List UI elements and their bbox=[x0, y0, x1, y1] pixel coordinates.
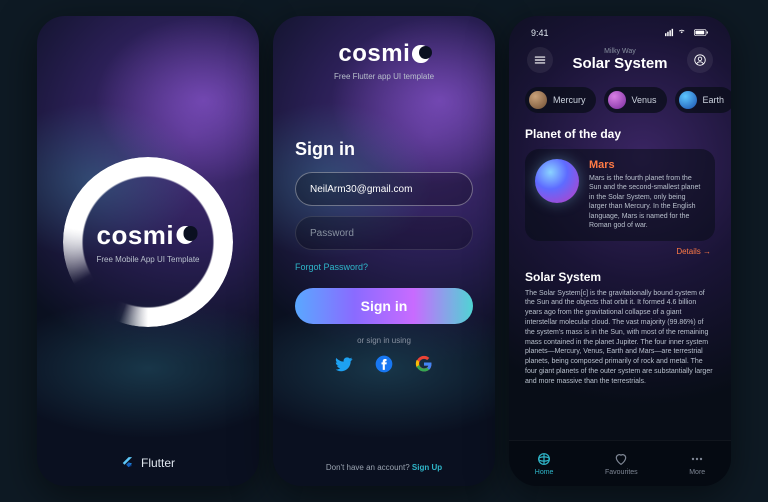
signin-subtitle: Free Flutter app UI template bbox=[295, 72, 473, 81]
signin-heading: Sign in bbox=[295, 139, 473, 160]
nav-favourites[interactable]: Favourites bbox=[605, 451, 638, 476]
about-heading: Solar System bbox=[525, 270, 715, 284]
signup-prompt: Don't have an account? Sign Up bbox=[273, 463, 495, 472]
status-indicators bbox=[665, 28, 709, 39]
planet-chip-venus[interactable]: Venus bbox=[604, 87, 667, 113]
page-title: Solar System bbox=[553, 55, 687, 72]
planet-dot-icon bbox=[529, 91, 547, 109]
moon-icon bbox=[412, 45, 429, 62]
details-link[interactable]: Details → bbox=[525, 247, 715, 256]
moon-icon bbox=[176, 226, 195, 245]
email-field[interactable]: NeilArm30@gmail.com bbox=[295, 172, 473, 206]
flutter-icon bbox=[121, 456, 135, 470]
potd-card[interactable]: Mars Mars is the fourth planet from the … bbox=[525, 149, 715, 241]
splash-screen: cosmi Free Mobile App UI Template Flutte… bbox=[37, 16, 259, 486]
user-icon bbox=[693, 53, 707, 67]
nav-more[interactable]: More bbox=[689, 451, 705, 476]
twitter-icon[interactable] bbox=[333, 353, 355, 375]
google-icon[interactable] bbox=[413, 353, 435, 375]
status-bar: 9:41 bbox=[525, 26, 715, 45]
brand-logo: cosmi bbox=[295, 40, 473, 68]
potd-description: Mars is the fourth planet from the Sun a… bbox=[589, 174, 705, 231]
signin-screen: cosmi Free Flutter app UI template Sign … bbox=[273, 16, 495, 486]
planet-chips: MercuryVenusEarth bbox=[525, 87, 715, 113]
splash-subtitle: Free Mobile App UI Template bbox=[96, 255, 199, 264]
brand-logo: cosmi bbox=[96, 220, 199, 251]
about-text: The Solar System[c] is the gravitational… bbox=[525, 289, 715, 387]
or-divider: or sign in using bbox=[295, 336, 473, 345]
nav-home[interactable]: Home bbox=[535, 451, 554, 476]
password-field[interactable]: Password bbox=[295, 216, 473, 250]
planet-chip-earth[interactable]: Earth bbox=[675, 87, 731, 113]
facebook-icon[interactable] bbox=[373, 353, 395, 375]
planet-dot-icon bbox=[608, 91, 626, 109]
potd-heading: Planet of the day bbox=[525, 127, 715, 141]
signup-link[interactable]: Sign Up bbox=[412, 463, 442, 472]
signin-button[interactable]: Sign in bbox=[295, 288, 473, 324]
home-screen: 9:41 Milky Way Solar System Mercury Venus… bbox=[509, 16, 731, 486]
planet-thumbnail bbox=[535, 159, 579, 203]
profile-button[interactable] bbox=[687, 47, 713, 73]
breadcrumb: Milky Way bbox=[553, 48, 687, 55]
flutter-badge: Flutter bbox=[37, 456, 259, 470]
forgot-password-link[interactable]: Forgot Password? bbox=[295, 262, 473, 272]
status-time: 9:41 bbox=[531, 28, 549, 39]
planet-dot-icon bbox=[679, 91, 697, 109]
potd-name: Mars bbox=[589, 159, 705, 171]
hamburger-icon bbox=[533, 53, 547, 67]
bottom-nav: Home Favourites More bbox=[509, 440, 731, 486]
menu-button[interactable] bbox=[527, 47, 553, 73]
planet-chip-mercury[interactable]: Mercury bbox=[525, 87, 596, 113]
